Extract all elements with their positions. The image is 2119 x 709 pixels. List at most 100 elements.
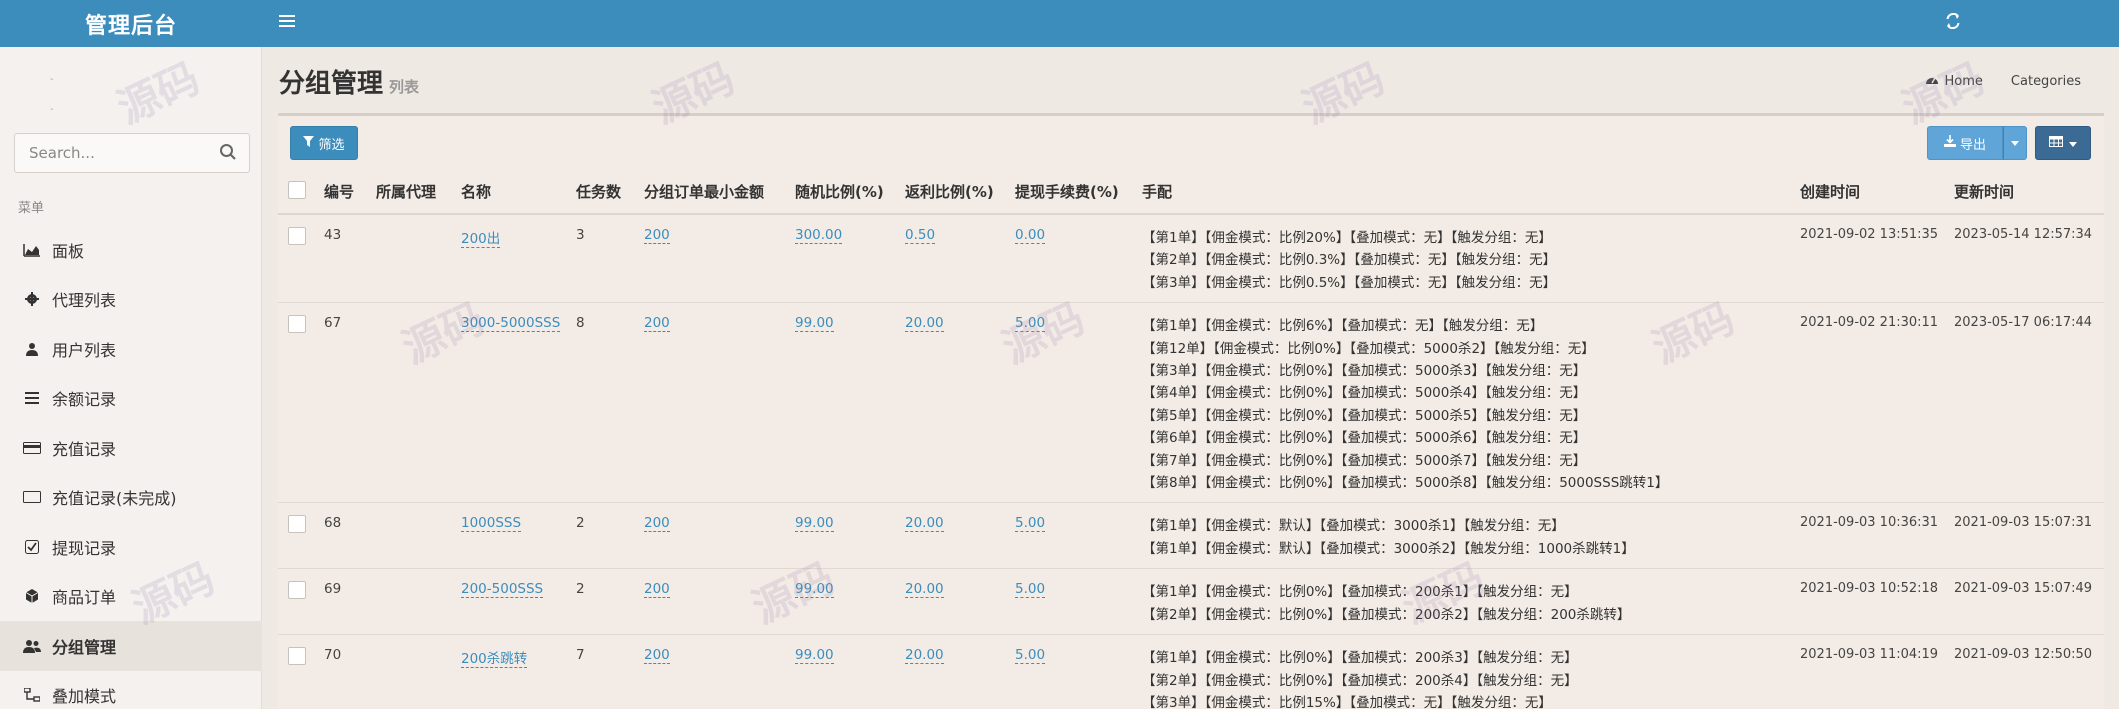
sidebar-item-users[interactable]: 用户列表	[0, 324, 262, 374]
editable-name[interactable]: 200-500SSS	[461, 581, 544, 599]
breadcrumb-current[interactable]: Categories	[2011, 74, 2081, 89]
editable-rebate[interactable]: 20.00	[905, 315, 944, 333]
cell-id: 68	[318, 502, 370, 570]
sidebar-item-group-management[interactable]: 分组管理	[0, 621, 262, 671]
col-min-amount[interactable]: 分组订单最小金额	[638, 170, 789, 215]
table-row[interactable]: 67 3000-5000SSS 8 200 99.00 20.00 5.00 【第1单】【佣金…	[278, 302, 2104, 504]
editable-random-ratio[interactable]: 99.00	[795, 647, 834, 665]
editable-min-amount[interactable]: 200	[644, 647, 670, 665]
sidebar-item-label: 叠加模式	[52, 687, 117, 707]
app-logo-title[interactable]: 管理后台	[0, 0, 262, 47]
editable-fee[interactable]: 5.00	[1015, 315, 1046, 333]
table-header-row: 编号 所属代理 名称 任务数 分组订单最小金额 随机比例(%) 返利比例(%) …	[278, 170, 2104, 215]
caret-down-icon	[2011, 138, 2019, 149]
export-button[interactable]: 导出	[1927, 126, 2003, 160]
row-checkbox[interactable]	[288, 315, 306, 334]
editable-name[interactable]: 200杀跳转	[461, 651, 528, 669]
select-all-checkbox[interactable]	[288, 180, 306, 199]
cell-rebate: 20.00	[899, 634, 1009, 709]
cell-created: 2021-09-02 21:30:11	[1794, 302, 1948, 504]
cell-fee: 5.00	[1009, 568, 1136, 636]
editable-name[interactable]: 1000SSS	[461, 515, 522, 533]
cell-rebate: 20.00	[899, 568, 1009, 636]
export-dropdown-toggle[interactable]	[2003, 126, 2027, 160]
gear-icon	[22, 289, 42, 309]
col-random-ratio[interactable]: 随机比例(%)	[789, 170, 899, 215]
sidebar-item-product-orders[interactable]: 商品订单	[0, 572, 262, 622]
row-checkbox[interactable]	[288, 647, 306, 666]
cell-random-ratio: 99.00	[789, 568, 899, 636]
row-checkbox[interactable]	[288, 581, 306, 600]
row-select-cell	[278, 302, 318, 504]
row-checkbox[interactable]	[288, 515, 306, 534]
col-peipei[interactable]: 手配	[1136, 170, 1794, 215]
sidebar-item-recharge-incomplete[interactable]: 充值记录(未完成)	[0, 473, 262, 523]
col-id[interactable]: 编号	[318, 170, 370, 215]
breadcrumb-home[interactable]: Home	[1925, 73, 1983, 89]
editable-fee[interactable]: 0.00	[1015, 227, 1046, 244]
sidebar-search	[14, 133, 250, 173]
col-created[interactable]: 创建时间	[1794, 170, 1948, 215]
sidebar-item-label: 余额记录	[52, 390, 117, 410]
table-row[interactable]: 69 200-500SSS 2 200 99.00 20.00 5.00 【第1单】【佣金模式…	[278, 568, 2104, 636]
table-row[interactable]: 68 1000SSS 2 200 99.00 20.00 5.00 【第1单】【佣金模式：默认…	[278, 502, 2104, 570]
editable-random-ratio[interactable]: 300.00	[795, 227, 843, 244]
cell-name: 1000SSS	[455, 502, 570, 570]
cell-tasks: 8	[570, 302, 638, 504]
table-row[interactable]: 43 200出 3 200 300.00 0.50 0.00 【第1单】【佣金模式：比例20%…	[278, 214, 2104, 304]
sidebar-item-withdraw-records[interactable]: 提现记录	[0, 522, 262, 572]
search-icon[interactable]	[219, 143, 239, 163]
columns-toggle-button[interactable]	[2035, 126, 2091, 160]
editable-rebate[interactable]: 20.00	[905, 647, 944, 665]
cell-agent	[370, 502, 455, 570]
list-icon	[22, 388, 42, 408]
sidebar-item-recharge-records[interactable]: 充值记录	[0, 423, 262, 473]
col-name[interactable]: 名称	[455, 170, 570, 215]
sidebar-item-agents[interactable]: 代理列表	[0, 275, 262, 325]
editable-fee[interactable]: 5.00	[1015, 581, 1046, 599]
cell-id: 70	[318, 634, 370, 709]
col-rebate[interactable]: 返利比例(%)	[899, 170, 1009, 215]
editable-random-ratio[interactable]: 99.00	[795, 315, 834, 333]
cell-id: 69	[318, 568, 370, 636]
editable-random-ratio[interactable]: 99.00	[795, 581, 834, 599]
editable-min-amount[interactable]: 200	[644, 227, 670, 244]
sidebar-item-stack-mode[interactable]: 叠加模式	[0, 671, 262, 709]
editable-name[interactable]: 3000-5000SSS	[461, 315, 561, 333]
editable-min-amount[interactable]: 200	[644, 515, 670, 533]
col-updated[interactable]: 更新时间	[1948, 170, 2104, 215]
page-subtitle: 列表	[389, 78, 420, 96]
page-title-text: 分组管理	[279, 69, 384, 99]
filter-button[interactable]: 筛选	[290, 126, 358, 160]
editable-fee[interactable]: 5.00	[1015, 515, 1046, 533]
cell-tasks: 2	[570, 568, 638, 636]
editable-rebate[interactable]: 20.00	[905, 581, 944, 599]
col-fee[interactable]: 提现手续费(%)	[1009, 170, 1136, 215]
col-tasks[interactable]: 任务数	[570, 170, 638, 215]
editable-rebate[interactable]: 20.00	[905, 515, 944, 533]
cell-agent	[370, 634, 455, 709]
peipei-line: 【第1单】【佣金模式：比例20%】【叠加模式：无】【触发分组：无】	[1142, 230, 1552, 246]
sidebar-item-dashboard[interactable]: 面板	[0, 225, 262, 275]
peipei-line: 【第8单】【佣金模式：比例0%】【叠加模式：5000杀8】【触发分组：5000S…	[1142, 475, 1669, 492]
row-checkbox[interactable]	[288, 227, 306, 245]
hamburger-icon[interactable]	[275, 9, 299, 33]
search-input[interactable]	[15, 134, 210, 172]
user-panel: --	[50, 74, 54, 115]
editable-random-ratio[interactable]: 99.00	[795, 515, 834, 533]
caret-down-icon	[2069, 136, 2077, 150]
cell-id: 43	[318, 214, 370, 304]
editable-name[interactable]: 200出	[461, 231, 501, 248]
editable-rebate[interactable]: 0.50	[905, 227, 936, 244]
editable-min-amount[interactable]: 200	[644, 315, 670, 333]
editable-min-amount[interactable]: 200	[644, 581, 670, 599]
table-row[interactable]: 70 200杀跳转 7 200 99.00 20.00 5.00 【第1单】【佣金模式：比例0…	[278, 634, 2104, 709]
credit-card-outline-icon	[22, 487, 42, 507]
sidebar-item-balance-records[interactable]: 余额记录	[0, 374, 262, 424]
cell-fee: 5.00	[1009, 302, 1136, 504]
refresh-icon[interactable]	[1940, 8, 1966, 34]
editable-fee[interactable]: 5.00	[1015, 647, 1046, 665]
cell-peipei: 【第1单】【佣金模式：比例0%】【叠加模式：200杀1】【触发分组：无】 【第2单…	[1136, 568, 1794, 636]
col-agent[interactable]: 所属代理	[370, 170, 455, 215]
cell-peipei: 【第1单】【佣金模式：默认】【叠加模式：3000杀1】【触发分组：无】 【第1单】…	[1136, 502, 1794, 570]
